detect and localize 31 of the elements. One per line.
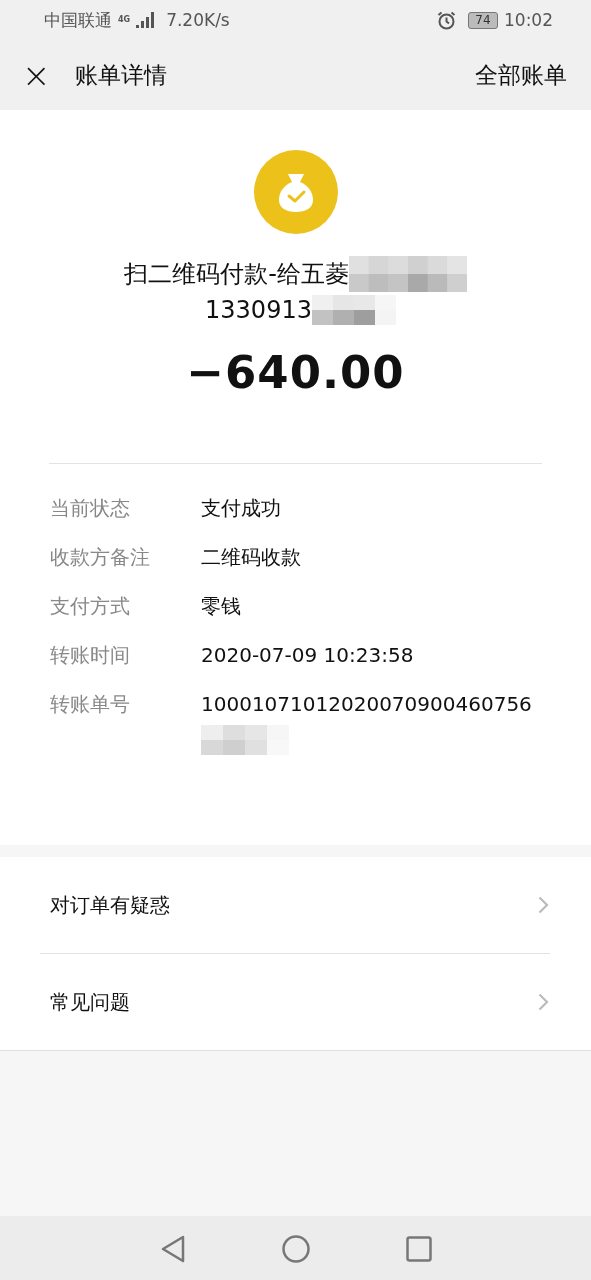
network-speed: 7.20K/s (166, 10, 230, 30)
alarm-icon (437, 10, 456, 30)
detail-value: 2020-07-09 10:23:58 (201, 642, 414, 669)
payee-account: 1330913 (205, 296, 312, 324)
detail-value: 10001071012020070900460756 (201, 691, 532, 718)
detail-value: 零钱 (201, 593, 241, 620)
chevron-right-icon (538, 993, 549, 1011)
recent-apps-button[interactable] (405, 1235, 432, 1262)
detail-label: 收款方备注 (50, 544, 151, 571)
close-button[interactable]: × (16, 58, 57, 92)
clock-time: 10:02 (504, 10, 553, 30)
help-list-item[interactable]: 常见问题 (0, 954, 591, 1050)
detail-label: 转账时间 (50, 642, 131, 669)
money-bag-icon (253, 150, 338, 234)
payment-amount: −640.00 (186, 346, 405, 399)
detail-label: 转账单号 (50, 691, 131, 718)
signal-icon (136, 12, 157, 28)
payment-title: 扫二维码付款-给五菱 (124, 259, 349, 290)
back-button[interactable] (159, 1234, 186, 1263)
detail-label: 当前状态 (50, 495, 131, 522)
help-list-item[interactable]: 对订单有疑惑 (0, 857, 591, 953)
detail-label: 支付方式 (50, 593, 131, 620)
network-type: 4G (118, 16, 131, 24)
detail-value: 二维码收款 (201, 544, 301, 571)
all-bills-link[interactable]: 全部账单 (475, 59, 567, 91)
chevron-right-icon (538, 896, 549, 914)
carrier-name: 中国联通 (44, 8, 112, 32)
page-title: 账单详情 (74, 60, 167, 90)
battery-indicator: 74 (468, 11, 498, 29)
detail-value: 支付成功 (201, 495, 281, 522)
home-button[interactable] (281, 1234, 310, 1263)
